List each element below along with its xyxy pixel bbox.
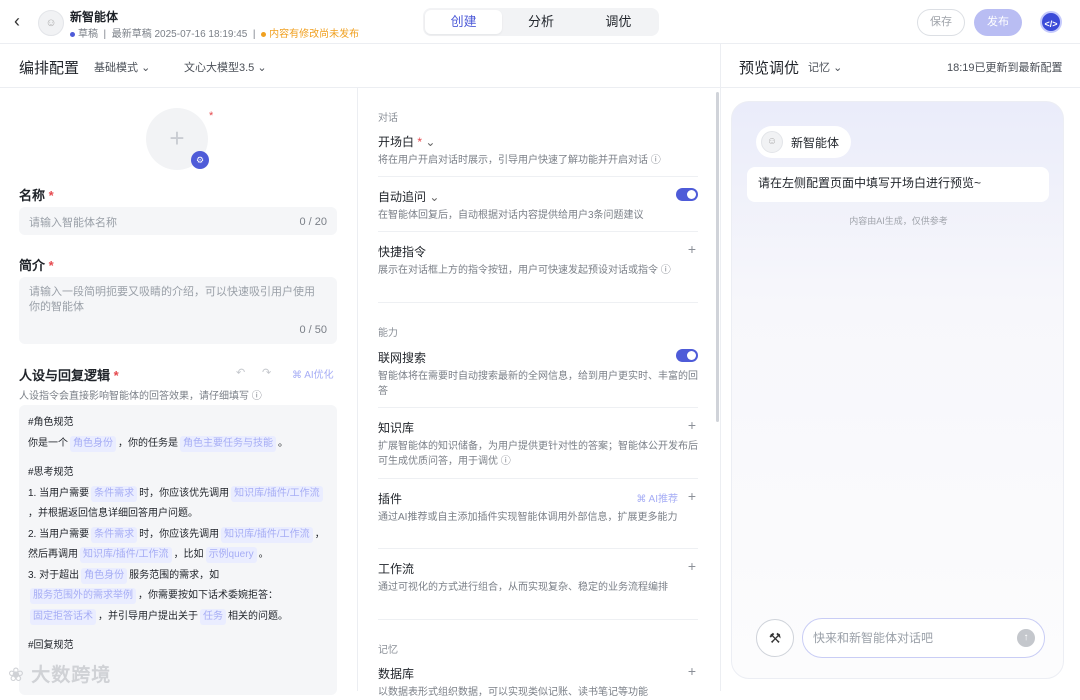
placeholder-chip[interactable]: 任务 — [200, 608, 226, 625]
chat-preview: ☺ 新智能体 请在左侧配置页面中填写开场白进行预览~ 内容由AI生成，仅供参考 … — [731, 101, 1064, 679]
plugin-setting[interactable]: 插件 ⌘ AI推荐 + 通过AI推荐或自主添加插件实现智能体调用外部信息，扩展更多能… — [378, 488, 698, 525]
name-label: 名称 * — [19, 188, 54, 203]
ai-optimize-button[interactable]: ⌘ AI优化 — [292, 366, 334, 381]
persona-label: 人设与回复逻辑 * — [19, 368, 119, 383]
divider — [378, 619, 698, 620]
placeholder-chip[interactable]: 知识库/插件/工作流 — [231, 485, 323, 502]
placeholder-chip[interactable]: 角色身份 — [81, 567, 128, 584]
send-icon[interactable]: ↑ — [1017, 629, 1035, 647]
bot-avatar: ☺ — [761, 131, 783, 153]
divider — [378, 302, 698, 303]
features-panel: 对话 开场白 * ⌄ 将在用户开启对话时展示，引导用户快速了解功能并开启对话 ⓘ… — [359, 88, 720, 698]
opening-setting[interactable]: 开场白 * ⌄ 将在用户开启对话时展示，引导用户快速了解功能并开启对话 ⓘ — [378, 133, 698, 168]
placeholder-chip[interactable]: 条件需求 — [91, 485, 138, 502]
unpublished-warning: 内容有修改尚未发布 — [269, 29, 360, 40]
update-status: 18:19已更新到最新配置 — [947, 62, 1063, 74]
placeholder-chip[interactable]: 知识库/插件/工作流 — [80, 547, 172, 563]
mode-tabs: 创建 分析 调优 — [423, 8, 659, 36]
redo-icon[interactable]: ↷ — [262, 366, 271, 379]
scrollbar[interactable] — [716, 92, 719, 422]
persona-hint: 人设指令会直接影响智能体的回答效果，请仔细填写 ⓘ — [19, 391, 262, 402]
help-icon: ⓘ — [650, 155, 661, 166]
config-title: 编排配置 — [19, 60, 80, 77]
add-icon[interactable]: + — [688, 558, 696, 574]
config-bar: 编排配置 基础模式 ⌄ 文心大模型3.5 ⌄ — [0, 44, 720, 88]
name-counter: 0 / 20 — [299, 216, 327, 228]
intro-textarea[interactable]: 请输入一段简明扼要又吸睛的介绍，可以快速吸引用户使用你的智能体 0 / 50 — [19, 277, 337, 344]
ai-disclaimer: 内容由AI生成，仅供参考 — [849, 216, 948, 226]
mode-dropdown[interactable]: 基础模式 ⌄ — [94, 59, 150, 75]
placeholder-chip[interactable]: 固定拒答话术 — [30, 608, 96, 625]
web-search-setting[interactable]: 联网搜索 智能体将在需要时自动搜索最新的全网信息，给到用户更实时、丰富的回答 — [378, 349, 698, 399]
placeholder-chip[interactable]: 条件需求 — [91, 526, 138, 543]
top-bar: ‹ ☺ 新智能体 草稿 | 最新草稿 2025-07-16 18:19:45 |… — [0, 0, 1080, 44]
draft-meta: 草稿 | 最新草稿 2025-07-16 18:19:45 | 内容有修改尚未发… — [70, 25, 359, 40]
chevron-left-icon[interactable]: ‹ — [14, 11, 20, 32]
chevron-down-icon: ⌄ — [425, 135, 436, 149]
tab-analyze[interactable]: 分析 — [502, 10, 579, 34]
divider — [378, 407, 698, 408]
save-button[interactable]: 保存 — [917, 9, 965, 36]
section-dialog: 对话 — [378, 113, 398, 124]
help-icon: ⓘ — [251, 391, 262, 402]
chat-input[interactable]: 快来和新智能体对话吧 ↑ — [802, 618, 1045, 658]
code-icon[interactable]: </> — [1040, 11, 1062, 33]
watermark: ❀ 大数跨境 — [8, 665, 112, 686]
placeholder-chip[interactable]: 服务范围外的需求举例 — [30, 588, 136, 604]
help-icon: ⓘ — [660, 265, 671, 276]
placeholder-chip[interactable]: 角色主要任务与技能 — [180, 435, 276, 452]
bot-name: 新智能体 — [70, 10, 119, 24]
placeholder-chip[interactable]: 示例query — [205, 547, 257, 563]
add-icon[interactable]: + — [688, 241, 696, 257]
clear-chat-icon[interactable]: ⚒ — [756, 619, 794, 657]
name-input[interactable]: 请输入智能体名称 0 / 20 — [19, 207, 337, 235]
chevron-down-icon: ⌄ — [257, 62, 267, 74]
followup-setting[interactable]: 自动追问 ⌄ 在智能体回复后，自动根据对话内容提供给用户3条问题建议 — [378, 188, 698, 223]
chevron-down-icon: ⌄ — [141, 62, 151, 74]
divider — [378, 176, 698, 177]
chevron-down-icon: ⌄ — [429, 190, 440, 204]
help-icon: ⓘ — [500, 456, 511, 467]
followup-toggle[interactable] — [676, 188, 698, 201]
intro-counter: 0 / 50 — [299, 324, 327, 336]
ai-recommend-button[interactable]: ⌘ AI推荐 — [636, 490, 678, 505]
preview-title: 预览调优 — [739, 60, 800, 77]
preview-bot-chip: ☺ 新智能体 — [756, 126, 852, 158]
publish-button[interactable]: 发布 — [974, 9, 1022, 36]
knowledge-base-setting[interactable]: 知识库 + 扩展智能体的知识储备，为用户提供更针对性的答案；智能体公开发布后可生成… — [378, 417, 698, 469]
placeholder-chip[interactable]: 知识库/插件/工作流 — [221, 526, 313, 543]
preview-bar: 预览调优 记忆 ⌄ 18:19已更新到最新配置 — [720, 44, 1080, 88]
persona-prompt-editor[interactable]: #角色规范 你是一个 角色身份 ，你的任务是 角色主要任务与技能。 #思考规范 1. … — [19, 405, 337, 695]
divider — [378, 548, 698, 549]
add-icon[interactable]: + — [688, 417, 696, 433]
add-icon[interactable]: + — [688, 663, 696, 679]
tab-create[interactable]: 创建 — [425, 10, 503, 34]
chevron-down-icon: ⌄ — [833, 62, 843, 74]
required-mark: * — [209, 110, 214, 122]
tab-tune[interactable]: 调优 — [580, 10, 657, 34]
intro-label: 简介 * — [19, 258, 54, 273]
status-badge: 草稿 — [78, 29, 98, 40]
database-setting[interactable]: 数据库 + 以数据表形式组织数据，可以实现类似记账、读书笔记等功能 — [378, 663, 698, 700]
add-icon[interactable]: + — [688, 488, 696, 504]
section-memory: 记忆 — [378, 645, 398, 656]
status-dot — [70, 31, 75, 37]
shortcut-setting[interactable]: 快捷指令 + 展示在对话框上方的指令按钮，用户可快速发起预设对话或指令 ⓘ — [378, 241, 698, 278]
workflow-setting[interactable]: 工作流 + 通过可视化的方式进行组合，从而实现复杂、稳定的业务流程编排 — [378, 558, 698, 595]
model-dropdown[interactable]: 文心大模型3.5 ⌄ — [184, 59, 267, 75]
web-search-toggle[interactable] — [676, 349, 698, 362]
panel-divider — [720, 44, 721, 691]
memory-dropdown[interactable]: 记忆 ⌄ — [808, 59, 842, 75]
opening-message: 请在左侧配置页面中填写开场白进行预览~ — [747, 167, 1049, 202]
divider — [378, 478, 698, 479]
undo-icon[interactable]: ↶ — [236, 366, 245, 379]
draft-time: 最新草稿 2025-07-16 18:19:45 — [111, 29, 248, 40]
ai-generate-icon[interactable]: ⚙ — [191, 151, 209, 169]
section-ability: 能力 — [378, 328, 398, 339]
warning-dot — [261, 31, 267, 37]
divider — [378, 231, 698, 232]
placeholder-chip[interactable]: 角色身份 — [70, 435, 116, 452]
bot-avatar: ☺ — [38, 10, 64, 36]
basic-info-panel: + * ⚙ 名称 * 请输入智能体名称 0 / 20 简介 * 请输入一段简明扼… — [0, 88, 358, 695]
